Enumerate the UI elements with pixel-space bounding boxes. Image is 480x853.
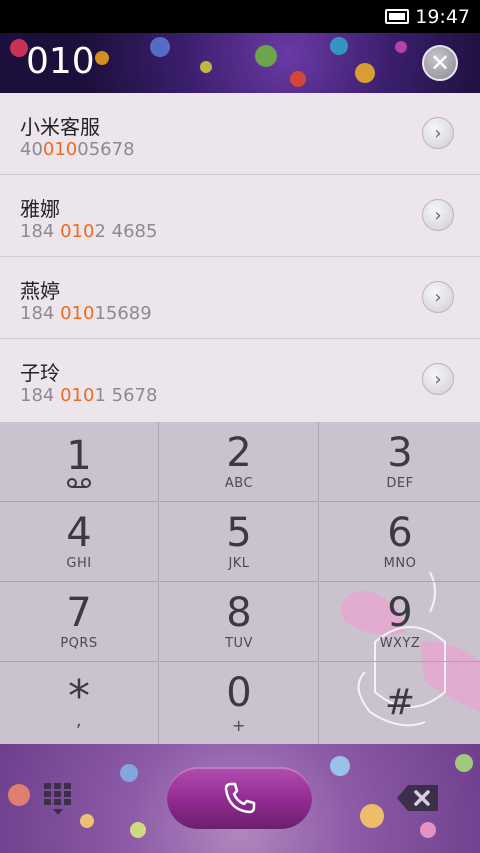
contact-number: 184 0102 4685 (20, 221, 157, 242)
bokeh-decoration (330, 756, 350, 776)
number-suffix: 1 5678 (94, 385, 158, 406)
key-7[interactable]: 7 PQRS (0, 582, 159, 662)
key-1[interactable]: 1 (0, 422, 159, 502)
key-0[interactable]: 0 + (160, 662, 319, 744)
key-letters: DEF (386, 476, 414, 491)
number-match: 010 (60, 221, 95, 242)
key-digit: 8 (226, 590, 252, 636)
number-match: 010 (60, 303, 95, 324)
key-letters: WXYZ (379, 636, 421, 651)
key-digit: 6 (387, 510, 413, 556)
number-prefix: 184 (20, 221, 61, 242)
contact-name: 子玲 (20, 361, 60, 385)
bokeh-decoration (80, 814, 94, 828)
number-prefix: 184 (20, 385, 61, 406)
bokeh-decoration (395, 41, 407, 53)
contact-name: 小米客服 (20, 115, 100, 139)
voicemail-icon (67, 477, 91, 488)
call-button[interactable] (167, 767, 312, 829)
key-8[interactable]: 8 TUV (160, 582, 319, 662)
key-digit: 9 (387, 590, 413, 636)
clear-button[interactable]: ✕ (422, 45, 458, 81)
number-suffix: 15689 (94, 303, 152, 324)
key-5[interactable]: 5 JKL (160, 502, 319, 582)
number-match: 010 (60, 385, 95, 406)
battery-icon (385, 9, 410, 24)
key-letters: GHI (66, 556, 92, 571)
key-digit: 4 (66, 510, 92, 556)
key-digit: 1 (66, 432, 92, 479)
bokeh-decoration (290, 71, 306, 87)
key-6[interactable]: 6 MNO (320, 502, 480, 582)
bokeh-decoration (95, 51, 109, 65)
key-letters: PQRS (60, 636, 98, 651)
chevron-right-icon[interactable]: › (422, 281, 454, 313)
key-digit: 3 (387, 430, 413, 476)
bokeh-decoration (255, 45, 277, 67)
key-letters: , (75, 709, 83, 731)
dial-action-bar (0, 744, 480, 853)
chevron-right-icon[interactable]: › (422, 117, 454, 149)
key-digit: 2 (226, 430, 252, 476)
number-suffix: 2 4685 (94, 221, 158, 242)
key-letters: ABC (224, 476, 254, 491)
dialpad-toggle-button[interactable] (40, 781, 76, 817)
dial-header: 010 ✕ (0, 33, 480, 93)
key-2[interactable]: 2 ABC (160, 422, 319, 502)
key-digit: # (384, 682, 416, 723)
bokeh-decoration (150, 37, 170, 57)
contact-row[interactable]: 子玲 184 0101 5678 › (0, 339, 480, 421)
contact-number: 184 0101 5678 (20, 385, 157, 406)
bokeh-decoration (8, 784, 30, 806)
key-letters: MNO (383, 556, 417, 571)
key-4[interactable]: 4 GHI (0, 502, 159, 582)
key-star[interactable]: * , (0, 662, 159, 744)
key-digit: 7 (66, 590, 92, 636)
bokeh-decoration (130, 822, 146, 838)
bokeh-decoration (420, 822, 436, 838)
phone-icon (224, 782, 255, 814)
key-hash[interactable]: # (320, 662, 480, 744)
delete-button[interactable] (396, 784, 440, 812)
bokeh-decoration (455, 754, 473, 772)
dial-keypad: 1 2 ABC 3 DEF 4 GHI 5 JKL 6 MNO 7 PQRS 8… (0, 422, 480, 744)
key-digit: 5 (226, 510, 252, 556)
close-icon: ✕ (429, 49, 451, 77)
status-bar: 19:47 (0, 0, 480, 33)
dialpad-icon (44, 783, 71, 815)
key-digit: 0 (226, 669, 252, 716)
backspace-icon (397, 785, 438, 811)
key-letters: TUV (225, 636, 253, 651)
contact-number: 4001005678 (20, 139, 135, 160)
bokeh-decoration (200, 61, 212, 73)
key-3[interactable]: 3 DEF (320, 422, 480, 502)
contact-number: 184 01015689 (20, 303, 152, 324)
key-letters: + (232, 715, 246, 735)
number-match: 010 (42, 139, 78, 160)
key-letters: JKL (228, 556, 250, 571)
contact-row[interactable]: 小米客服 4001005678 › (0, 93, 480, 175)
bokeh-decoration (330, 37, 348, 55)
status-time: 19:47 (415, 5, 470, 28)
dialed-number: 010 (26, 41, 95, 82)
bokeh-decoration (355, 63, 375, 83)
chevron-right-icon[interactable]: › (422, 199, 454, 231)
chevron-right-icon[interactable]: › (422, 363, 454, 395)
bokeh-decoration (360, 804, 384, 828)
number-prefix: 40 (20, 139, 43, 160)
contact-name: 燕婷 (20, 279, 60, 303)
contact-row[interactable]: 雅娜 184 0102 4685 › (0, 175, 480, 257)
key-9[interactable]: 9 WXYZ (320, 582, 480, 662)
contact-row[interactable]: 燕婷 184 01015689 › (0, 257, 480, 339)
contact-name: 雅娜 (20, 197, 60, 221)
number-suffix: 05678 (77, 139, 135, 160)
number-prefix: 184 (20, 303, 61, 324)
bokeh-decoration (120, 764, 138, 782)
contact-suggestion-list: 小米客服 4001005678 › 雅娜 184 0102 4685 › 燕婷 … (0, 93, 480, 422)
